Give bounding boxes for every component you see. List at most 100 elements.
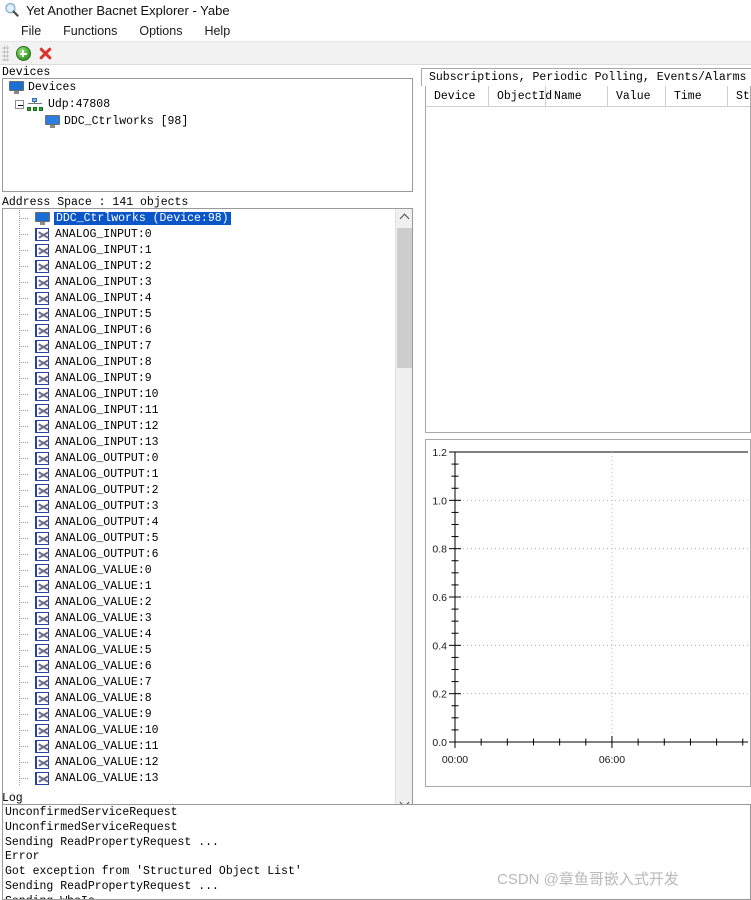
address-space-item[interactable]: ANALOG_INPUT:13	[3, 434, 395, 450]
devices-tree-panel[interactable]: Devices Udp:47808 DDC_Ctrlworks [98]	[2, 78, 413, 192]
address-space-item[interactable]: ANALOG_INPUT:2	[3, 258, 395, 274]
address-space-item[interactable]: ANALOG_INPUT:4	[3, 290, 395, 306]
address-space-item[interactable]: ANALOG_VALUE:4	[3, 626, 395, 642]
menu-functions[interactable]: Functions	[52, 22, 128, 40]
toolbar-grip[interactable]	[2, 45, 9, 61]
log-line: Got exception from 'Structured Object Li…	[5, 865, 302, 879]
object-icon	[35, 323, 49, 337]
address-space-item[interactable]: ANALOG_INPUT:7	[3, 338, 395, 354]
grid-column-header[interactable]: Value	[608, 86, 666, 107]
address-space-item[interactable]: ANALOG_INPUT:0	[3, 226, 395, 242]
log-line: Sending ReadPropertyRequest ...	[5, 879, 219, 893]
address-space-item[interactable]: ANALOG_VALUE:10	[3, 722, 395, 738]
address-space-item[interactable]: ANALOG_INPUT:10	[3, 386, 395, 402]
address-space-item-label: ANALOG_INPUT:0	[55, 227, 152, 241]
add-device-button[interactable]	[12, 43, 34, 63]
address-space-item[interactable]: ANALOG_INPUT:11	[3, 402, 395, 418]
address-space-item-label: ANALOG_INPUT:10	[55, 387, 159, 401]
scroll-up-button[interactable]	[396, 209, 413, 226]
address-space-item[interactable]: ANALOG_INPUT:3	[3, 274, 395, 290]
remove-device-button[interactable]	[34, 43, 56, 63]
grid-column-header[interactable]: Sta	[728, 86, 750, 107]
address-space-item[interactable]: ANALOG_INPUT:9	[3, 370, 395, 386]
window-title: Yet Another Bacnet Explorer - Yabe	[26, 2, 230, 18]
tree-guide-line	[17, 402, 35, 418]
address-space-item[interactable]: ANALOG_OUTPUT:5	[3, 530, 395, 546]
address-space-item[interactable]: ANALOG_OUTPUT:0	[3, 450, 395, 466]
address-space-item[interactable]: ANALOG_INPUT:12	[3, 418, 395, 434]
address-space-item[interactable]: ANALOG_VALUE:6	[3, 658, 395, 674]
address-space-item-label: DDC_Ctrlworks (Device:98)	[54, 211, 231, 225]
tree-guide-line	[17, 706, 35, 722]
menu-options[interactable]: Options	[128, 22, 193, 40]
tree-guide-line	[17, 674, 35, 690]
address-space-item-label: ANALOG_VALUE:12	[55, 755, 159, 769]
grid-column-header[interactable]: Name	[546, 86, 608, 107]
address-space-item[interactable]: ANALOG_VALUE:8	[3, 690, 395, 706]
address-space-item-label: ANALOG_INPUT:5	[55, 307, 152, 321]
address-space-item[interactable]: ANALOG_OUTPUT:3	[3, 498, 395, 514]
address-space-item[interactable]: ANALOG_OUTPUT:4	[3, 514, 395, 530]
grid-column-header[interactable]: Time	[666, 86, 728, 107]
object-icon	[35, 499, 49, 513]
tree-guide-line	[17, 738, 35, 754]
tree-node-udp[interactable]: Udp:47808	[3, 96, 412, 113]
trend-chart-panel[interactable]: 0.0 0.2 0.4 0.6 0.8 1.0 1.2 00:00 06:00	[425, 439, 751, 787]
tree-guide-line	[17, 258, 35, 274]
log-panel[interactable]: UnconfirmedServiceRequest UnconfirmedServ…	[2, 804, 751, 900]
address-space-item[interactable]: ANALOG_VALUE:13	[3, 770, 395, 786]
object-icon	[35, 771, 49, 785]
menu-help[interactable]: Help	[193, 22, 241, 40]
address-space-item[interactable]: ANALOG_VALUE:0	[3, 562, 395, 578]
object-icon	[35, 515, 49, 529]
address-space-scrollbar[interactable]	[395, 209, 412, 812]
address-space-item-label: ANALOG_INPUT:9	[55, 371, 152, 385]
menu-file[interactable]: File	[10, 22, 52, 40]
tab-subscriptions[interactable]: Subscriptions, Periodic Polling, Events/…	[421, 68, 751, 86]
monitor-icon	[35, 211, 50, 225]
object-icon	[35, 675, 49, 689]
grid-body[interactable]	[426, 107, 750, 432]
address-space-item[interactable]: ANALOG_OUTPUT:6	[3, 546, 395, 562]
chevron-up-icon	[401, 214, 408, 221]
object-icon	[35, 483, 49, 497]
address-space-item[interactable]: ANALOG_INPUT:1	[3, 242, 395, 258]
address-space-item[interactable]: ANALOG_VALUE:3	[3, 610, 395, 626]
address-space-item[interactable]: DDC_Ctrlworks (Device:98)	[3, 210, 395, 226]
grid-column-header[interactable]: ObjectId	[489, 86, 552, 107]
address-space-item[interactable]: ANALOG_OUTPUT:1	[3, 466, 395, 482]
collapse-expander-icon[interactable]	[15, 100, 24, 109]
object-icon	[35, 723, 49, 737]
address-space-item[interactable]: ANALOG_VALUE:9	[3, 706, 395, 722]
tree-guide-line	[17, 626, 35, 642]
address-space-item[interactable]: ANALOG_OUTPUT:2	[3, 482, 395, 498]
address-space-item[interactable]: ANALOG_VALUE:7	[3, 674, 395, 690]
address-space-item[interactable]: ANALOG_VALUE:11	[3, 738, 395, 754]
trend-chart: 0.0 0.2 0.4 0.6 0.8 1.0 1.2 00:00 06:00	[432, 447, 748, 766]
tree-node-ddc-ctrlworks[interactable]: DDC_Ctrlworks [98]	[3, 113, 412, 130]
address-space-item[interactable]: ANALOG_VALUE:5	[3, 642, 395, 658]
object-icon	[35, 659, 49, 673]
grid-column-header[interactable]: Device	[426, 86, 489, 107]
scrollbar-thumb[interactable]	[397, 228, 412, 368]
address-space-item[interactable]: ANALOG_VALUE:1	[3, 578, 395, 594]
object-icon	[35, 387, 49, 401]
address-space-item[interactable]: ANALOG_INPUT:6	[3, 322, 395, 338]
object-icon	[35, 355, 49, 369]
tree-guide-line	[17, 642, 35, 658]
address-space-item[interactable]: ANALOG_VALUE:12	[3, 754, 395, 770]
address-space-item[interactable]: ANALOG_INPUT:5	[3, 306, 395, 322]
tree-node-devices-root[interactable]: Devices	[3, 79, 412, 96]
subscriptions-grid[interactable]: DeviceObjectIdNameValueTimeSta	[425, 86, 751, 433]
tree-guide-line	[17, 594, 35, 610]
address-space-list[interactable]: DDC_Ctrlworks (Device:98) ANALOG_INPUT:0 A…	[3, 209, 395, 812]
address-space-item-label: ANALOG_INPUT:3	[55, 275, 152, 289]
address-space-item-label: ANALOG_INPUT:6	[55, 323, 152, 337]
tree-guide-line	[17, 514, 35, 530]
object-icon	[35, 755, 49, 769]
address-space-item[interactable]: ANALOG_INPUT:8	[3, 354, 395, 370]
address-space-item[interactable]: ANALOG_VALUE:2	[3, 594, 395, 610]
tree-guide-line	[17, 306, 35, 322]
address-space-item-label: ANALOG_VALUE:9	[55, 707, 152, 721]
address-space-panel[interactable]: DDC_Ctrlworks (Device:98) ANALOG_INPUT:0 A…	[2, 208, 413, 813]
